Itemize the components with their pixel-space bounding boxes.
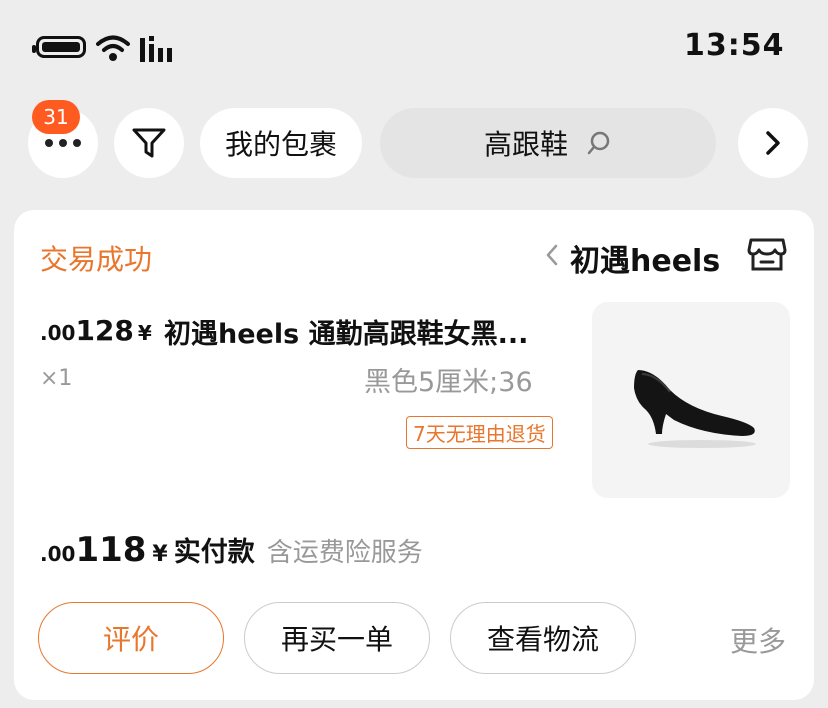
high-heel-shoe-icon bbox=[634, 370, 756, 448]
battery-icon bbox=[32, 36, 86, 58]
order-status: 交易成功 bbox=[40, 243, 153, 276]
item-price-currency: ¥ bbox=[137, 321, 152, 345]
paid-decimal: .00 bbox=[40, 542, 76, 566]
wifi-icon bbox=[96, 35, 130, 61]
item-price-int: 128 bbox=[75, 314, 134, 347]
store-icon bbox=[747, 238, 787, 271]
return-policy-tag: 7天无理由退货 bbox=[406, 416, 553, 449]
my-packages-button[interactable]: 我的包裹 bbox=[200, 108, 362, 178]
chevron-left-icon bbox=[546, 244, 558, 266]
status-time: 13:54 bbox=[684, 28, 785, 63]
chevron-right-icon bbox=[766, 131, 780, 155]
forward-button[interactable] bbox=[738, 108, 808, 178]
review-button[interactable]: 评价 bbox=[38, 602, 224, 674]
more-button[interactable]: 更多 bbox=[730, 620, 786, 660]
insurance-note: 含运费险服务 bbox=[266, 538, 423, 568]
shop-name[interactable]: 初遇heels bbox=[570, 236, 720, 280]
product-spec: 黑色5厘米;36 bbox=[364, 367, 533, 398]
product-image[interactable] bbox=[592, 302, 790, 498]
buy-again-label: 再买一单 bbox=[280, 623, 393, 656]
search-input[interactable]: 高跟鞋 bbox=[380, 108, 716, 178]
search-text: 高跟鞋 bbox=[483, 128, 568, 161]
view-logistics-label: 查看物流 bbox=[486, 623, 599, 656]
item-price: .00128 ¥ bbox=[40, 314, 152, 347]
paid-int: 118 bbox=[75, 530, 147, 570]
item-quantity: ×1 bbox=[40, 366, 73, 391]
paid-amount-row: .00 118 ¥ 实付款 含运费险服务 bbox=[40, 530, 423, 570]
my-packages-label: 我的包裹 bbox=[224, 128, 337, 161]
order-card[interactable]: 交易成功 初遇heels .00128 ¥ ×1 初遇heels 通勤高跟鞋女黑.… bbox=[14, 210, 814, 700]
search-icon bbox=[587, 131, 610, 155]
notification-badge: 31 bbox=[32, 100, 80, 134]
filter-icon bbox=[132, 128, 166, 158]
more-dots-icon bbox=[45, 139, 81, 147]
paid-currency: ¥ bbox=[152, 542, 168, 567]
buy-again-button[interactable]: 再买一单 bbox=[244, 602, 430, 674]
review-label: 评价 bbox=[102, 623, 159, 656]
filter-button[interactable] bbox=[114, 108, 184, 178]
view-logistics-button[interactable]: 查看物流 bbox=[450, 602, 636, 674]
signal-icon bbox=[140, 36, 172, 62]
paid-label: 实付款 bbox=[173, 537, 255, 568]
item-price-decimal: .00 bbox=[40, 321, 76, 345]
product-title[interactable]: 初遇heels 通勤高跟鞋女黑... bbox=[164, 312, 528, 351]
